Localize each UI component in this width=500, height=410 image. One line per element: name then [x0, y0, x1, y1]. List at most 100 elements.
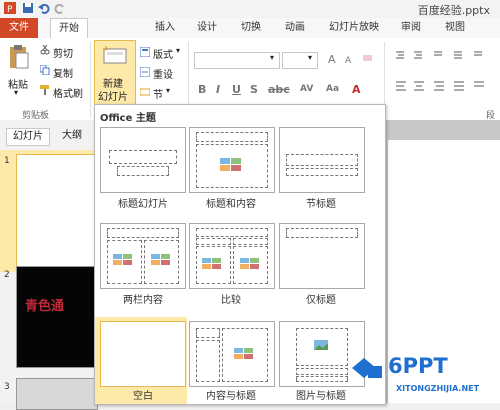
- tab-outline[interactable]: 大纲: [62, 128, 82, 144]
- tab-transitions[interactable]: 切换: [236, 18, 266, 38]
- layout-title-and-content[interactable]: [189, 127, 275, 193]
- layout-two-content[interactable]: [100, 223, 186, 289]
- chevron-down-icon[interactable]: ▾: [270, 53, 274, 62]
- clear-formatting-icon[interactable]: [362, 52, 374, 64]
- layout-gallery-dropdown: Office 主题 标题幻灯片 标题和内容 节标题 两栏内容 比较 仅标题 空白…: [94, 104, 386, 405]
- layout-content-with-caption[interactable]: [189, 321, 275, 387]
- content-icons: [151, 254, 170, 265]
- layout-icon[interactable]: [140, 47, 150, 57]
- gallery-header: Office 主题: [100, 113, 156, 124]
- heading-right: [233, 238, 268, 245]
- font-color-icon[interactable]: A: [352, 83, 361, 96]
- layout-title-only[interactable]: [279, 223, 365, 289]
- content-icons: [113, 254, 132, 265]
- new-slide-button[interactable]: 新建 幻灯片: [94, 40, 136, 105]
- save-icon[interactable]: [22, 2, 34, 14]
- bold-icon[interactable]: B: [198, 83, 206, 96]
- layout-label: 空白: [133, 391, 153, 402]
- new-slide-icon: [103, 46, 127, 64]
- layout-comparison[interactable]: [189, 223, 275, 289]
- chevron-down-icon[interactable]: ▾: [166, 86, 170, 95]
- copy-button[interactable]: 复制: [53, 65, 73, 80]
- paste-icon[interactable]: [8, 44, 30, 70]
- layout-button[interactable]: 版式: [153, 46, 173, 61]
- svg-text:A: A: [328, 53, 336, 64]
- slide-thumbnail-1[interactable]: [16, 154, 98, 270]
- layout-blank[interactable]: [100, 321, 186, 387]
- layout-label: 标题和内容: [206, 199, 256, 210]
- tab-slides[interactable]: 幻灯片: [6, 128, 50, 146]
- format-painter-button[interactable]: 格式刷: [53, 85, 83, 100]
- reset-icon[interactable]: [140, 67, 150, 77]
- ribbon-tabs: 文件 开始 插入 设计 切换 动画 幻灯片放映 审阅 视图: [0, 18, 500, 40]
- caption-placeholder: [296, 376, 348, 382]
- content-icons: [234, 348, 253, 359]
- tab-design[interactable]: 设计: [192, 18, 222, 38]
- section-icon[interactable]: [140, 87, 150, 97]
- text-placeholder: [286, 168, 358, 176]
- watermark-brand: 6PPT: [388, 354, 448, 378]
- layout-section-header[interactable]: [279, 127, 365, 193]
- section-button[interactable]: 节: [153, 86, 163, 101]
- svg-text:P: P: [7, 5, 13, 14]
- tab-animations[interactable]: 动画: [280, 18, 310, 38]
- picture-icon: [314, 340, 328, 350]
- content-icons: [202, 258, 221, 269]
- chevron-down-icon[interactable]: ▾: [308, 53, 312, 62]
- title-placeholder: [286, 154, 358, 166]
- tab-slideshow[interactable]: 幻灯片放映: [326, 18, 382, 38]
- tab-home[interactable]: 开始: [50, 18, 88, 40]
- title-bar: P 百度经验.pptx: [0, 0, 500, 19]
- group-divider: [90, 42, 91, 118]
- tab-file[interactable]: 文件: [0, 18, 38, 38]
- paragraph-tools[interactable]: [394, 48, 494, 108]
- content-icons: [220, 158, 241, 171]
- caption-placeholder: [196, 340, 220, 382]
- change-case-icon[interactable]: Aa: [326, 84, 339, 94]
- italic-icon[interactable]: I: [216, 83, 220, 96]
- slides-panel: 幻灯片 大纲 1 2 青色通 3: [0, 120, 98, 410]
- logo-icon: [352, 358, 382, 378]
- shrink-font-icon[interactable]: A: [344, 52, 356, 64]
- copy-icon[interactable]: [40, 65, 50, 75]
- format-painter-icon[interactable]: [40, 85, 50, 95]
- slide-number: 2: [4, 270, 10, 280]
- title-placeholder: [286, 228, 358, 238]
- layout-label: 比较: [221, 295, 241, 306]
- title-placeholder: [107, 228, 179, 238]
- char-spacing-icon[interactable]: AV: [300, 84, 313, 94]
- underline-icon[interactable]: U: [232, 83, 241, 96]
- layout-title-slide[interactable]: [100, 127, 186, 193]
- grow-font-icon[interactable]: A: [328, 52, 340, 64]
- chevron-down-icon[interactable]: ▾: [14, 88, 18, 97]
- redo-icon[interactable]: [54, 2, 66, 14]
- watermark-url: XITONGZHIJIA.NET: [396, 384, 480, 393]
- scissors-icon[interactable]: [40, 45, 50, 55]
- slide-number: 1: [4, 156, 10, 166]
- layout-label: 内容与标题: [206, 391, 256, 402]
- undo-icon[interactable]: [38, 2, 50, 14]
- title-placeholder: [196, 228, 268, 237]
- content-icons: [240, 258, 259, 269]
- font-name-select[interactable]: [194, 52, 280, 69]
- subtitle-placeholder: [117, 166, 169, 176]
- powerpoint-app-icon: P: [4, 2, 16, 14]
- title-placeholder: [109, 150, 177, 164]
- svg-text:A: A: [345, 56, 352, 64]
- shadow-icon[interactable]: S: [250, 83, 258, 96]
- chevron-down-icon[interactable]: ▾: [176, 46, 180, 55]
- slide-number: 3: [4, 382, 10, 392]
- layout-label: 节标题: [306, 199, 336, 210]
- font-size-select[interactable]: [282, 52, 318, 69]
- cut-button[interactable]: 剪切: [53, 45, 73, 60]
- tab-insert[interactable]: 插入: [150, 18, 180, 38]
- heading-left: [196, 238, 231, 245]
- strikethrough-icon[interactable]: abc: [268, 83, 290, 96]
- slide-thumbnail-3[interactable]: [16, 378, 98, 410]
- slide-thumbnail-2[interactable]: 青色通: [16, 266, 98, 368]
- layout-label: 标题幻灯片: [118, 199, 168, 210]
- tab-review[interactable]: 审阅: [396, 18, 426, 38]
- title-placeholder: [296, 368, 348, 375]
- reset-button[interactable]: 重设: [153, 66, 173, 81]
- tab-view[interactable]: 视图: [440, 18, 470, 38]
